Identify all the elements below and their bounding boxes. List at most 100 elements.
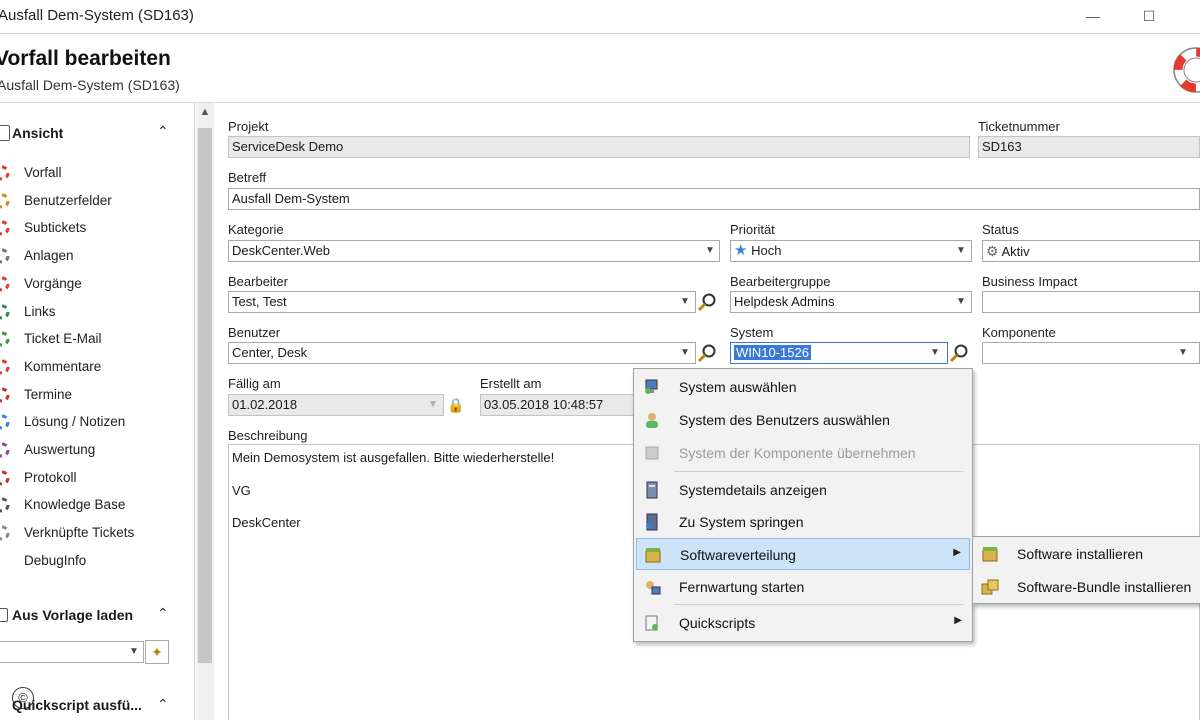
- lock-icon[interactable]: 🔒: [446, 395, 466, 415]
- menu-item-quickscripts[interactable]: Quickscripts ▶: [636, 607, 970, 639]
- template-dropdown-arrow-icon[interactable]: ▼: [125, 642, 143, 662]
- template-select[interactable]: [0, 641, 144, 663]
- prioritaet-value: Hoch: [751, 243, 782, 258]
- beschreibung-line: Mein Demosystem ist ausgefallen. Bitte w…: [232, 450, 555, 465]
- menu-separator: [674, 604, 964, 605]
- sidebar-item-label: Verknüpfte Tickets: [24, 525, 135, 541]
- benutzer-select[interactable]: Center, Desk: [228, 342, 696, 364]
- collapse-template-chevron-icon[interactable]: ⌃: [157, 605, 169, 622]
- minimize-button[interactable]: —: [1078, 4, 1108, 28]
- bearbeiter-dropdown-arrow-icon[interactable]: ▼: [676, 292, 694, 312]
- view-section-title: Ansicht: [12, 125, 64, 141]
- komponente-select[interactable]: [982, 342, 1200, 364]
- system-select[interactable]: WIN10-1526: [730, 342, 948, 364]
- menu-item-systemdetails[interactable]: Systemdetails anzeigen: [636, 474, 970, 506]
- software-package-icon: [982, 547, 998, 562]
- lifebuoy-logo-icon: [1173, 47, 1200, 93]
- bearbeiter-search-icon[interactable]: [696, 291, 718, 313]
- sidebar-item-12[interactable]: Knowledge Base: [0, 492, 190, 518]
- betreff-field[interactable]: Ausfall Dem-System: [228, 188, 1200, 210]
- script-icon: [645, 615, 658, 631]
- system-value: WIN10-1526: [734, 345, 811, 360]
- prioritaet-select[interactable]: ★ Hoch: [730, 240, 972, 262]
- faellig-label: Fällig am: [228, 376, 281, 391]
- kategorie-dropdown-arrow-icon[interactable]: ▼: [701, 241, 719, 261]
- betreff-label: Betreff: [228, 170, 267, 185]
- system-dropdown-arrow-icon[interactable]: ▼: [926, 343, 944, 363]
- sidebar-item-7[interactable]: Kommentare: [0, 354, 190, 380]
- scroll-up-arrow-icon[interactable]: ▲: [196, 106, 214, 118]
- erstellt-field[interactable]: 03.05.2018 10:48:57: [480, 394, 636, 416]
- magic-wand-icon[interactable]: ✦: [145, 640, 169, 664]
- menu-item-system-der-komponente[interactable]: System der Komponente übernehmen: [636, 437, 970, 469]
- menu-item-software-installieren[interactable]: Software installieren: [974, 538, 1200, 570]
- lifebuoy-icon: [0, 359, 10, 375]
- quickscript-section-title: Quickscript ausfü...: [12, 697, 142, 713]
- softwareverteilung-submenu: Software installieren Software-Bundle in…: [972, 536, 1200, 604]
- lifebuoy-icon: [0, 165, 10, 181]
- komponente-dropdown-arrow-icon[interactable]: ▼: [1174, 343, 1192, 363]
- sidebar-item-10[interactable]: Auswertung: [0, 437, 190, 463]
- projekt-label: Projekt: [228, 119, 269, 134]
- sidebar-item-1[interactable]: Benutzerfelder: [0, 188, 190, 214]
- beschreibung-line: DeskCenter: [232, 515, 301, 530]
- software-package-icon: [645, 548, 661, 563]
- sidebar-item-13[interactable]: Verknüpfte Tickets: [0, 520, 190, 546]
- sidebar-item-0[interactable]: Vorfall: [0, 160, 190, 186]
- sidebar-item-label: Vorgänge: [24, 275, 82, 291]
- sidebar-item-14[interactable]: DebugInfo: [0, 548, 190, 574]
- kategorie-select[interactable]: DeskCenter.Web: [228, 240, 720, 262]
- menu-item-zu-system-springen[interactable]: Zu System springen: [636, 506, 970, 538]
- log-icon: [0, 470, 10, 486]
- bearbeitergruppe-dropdown-arrow-icon[interactable]: ▼: [952, 292, 970, 312]
- sidebar-item-2[interactable]: Subtickets: [0, 215, 190, 241]
- benutzer-label: Benutzer: [228, 325, 281, 340]
- menu-item-fernwartung[interactable]: Fernwartung starten: [636, 571, 970, 603]
- faellig-field[interactable]: 01.02.2018: [228, 394, 444, 416]
- business-impact-field[interactable]: [982, 291, 1200, 313]
- projekt-field[interactable]: ServiceDesk Demo: [228, 136, 970, 158]
- sidebar-scrollbar-thumb[interactable]: [198, 128, 212, 663]
- benutzer-search-icon[interactable]: [696, 342, 718, 364]
- remote-maintenance-icon: [646, 581, 661, 595]
- bearbeiter-select[interactable]: Test, Test: [228, 291, 696, 313]
- globe-icon: [0, 304, 10, 320]
- sidebar-item-3[interactable]: Anlagen: [0, 243, 190, 269]
- collapse-quickscript-chevron-icon[interactable]: ⌃: [157, 696, 169, 713]
- collapse-view-chevron-icon[interactable]: ⌃: [157, 123, 169, 140]
- sidebar-item-11[interactable]: Protokoll: [0, 465, 190, 491]
- system-label: System: [730, 325, 774, 340]
- sidebar-item-8[interactable]: Termine: [0, 382, 190, 408]
- menu-item-softwareverteilung[interactable]: Softwareverteilung ▶: [636, 538, 970, 570]
- faellig-dropdown-arrow-icon[interactable]: ▼: [424, 395, 442, 415]
- submenu-arrow-icon: ▶: [953, 547, 961, 558]
- menu-item-system-des-benutzers[interactable]: System des Benutzers auswählen: [636, 404, 970, 436]
- status-value: Aktiv: [1001, 244, 1030, 259]
- sidebar-item-5[interactable]: Links: [0, 299, 190, 325]
- status-label: Status: [982, 222, 1019, 237]
- sidebar-item-6[interactable]: Ticket E-Mail: [0, 326, 190, 352]
- status-select[interactable]: ⚙ Aktiv: [982, 240, 1200, 262]
- sidebar-item-label: Auswertung: [24, 442, 96, 457]
- sidebar: Ansicht ⌃ Vorfall Benutzerfelder Subticket…: [0, 103, 195, 720]
- sidebar-item-9[interactable]: Lösung / Notizen: [0, 409, 190, 435]
- link-icon: [0, 525, 10, 541]
- ticketnummer-field[interactable]: SD163: [978, 136, 1200, 158]
- menu-item-system-auswaehlen[interactable]: System auswählen: [636, 371, 970, 403]
- prioritaet-dropdown-arrow-icon[interactable]: ▼: [952, 241, 970, 261]
- jump-to-system-icon: [646, 513, 658, 531]
- sidebar-item-4[interactable]: Vorgänge: [0, 271, 190, 297]
- system-search-icon[interactable]: [948, 342, 970, 364]
- maximize-button[interactable]: ☐: [1134, 4, 1164, 28]
- bearbeitergruppe-select[interactable]: Helpdesk Admins: [730, 291, 972, 313]
- sidebar-item-label: Ticket E-Mail: [24, 331, 102, 347]
- erstellt-label: Erstellt am: [480, 376, 542, 391]
- calendar-icon: [0, 387, 10, 403]
- menu-item-software-bundle-installieren[interactable]: Software-Bundle installieren: [974, 571, 1200, 603]
- user-icon: [646, 413, 658, 428]
- book-icon: [0, 497, 10, 513]
- system-context-menu: System auswählen System des Benutzers au…: [633, 368, 973, 642]
- submenu-arrow-icon: ▶: [954, 615, 962, 626]
- benutzer-dropdown-arrow-icon[interactable]: ▼: [676, 343, 694, 363]
- sidebar-item-label: DebugInfo: [24, 552, 87, 568]
